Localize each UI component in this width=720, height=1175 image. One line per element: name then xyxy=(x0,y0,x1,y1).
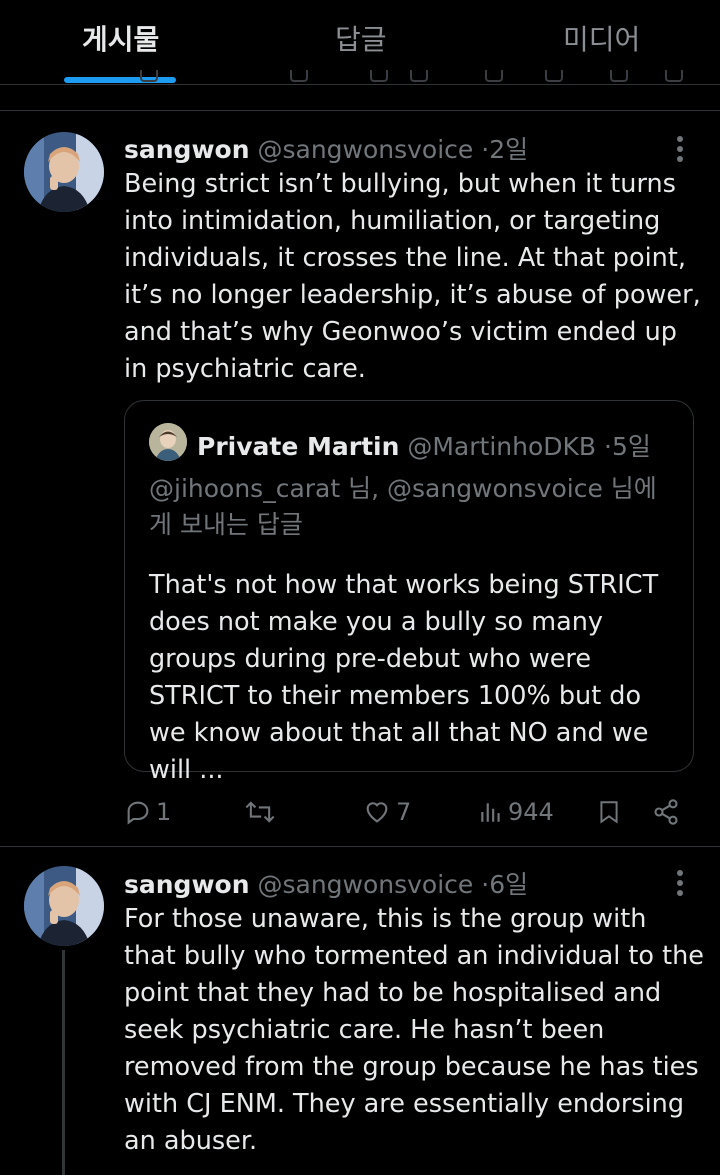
quote-author-handle[interactable]: @MartinhoDKB xyxy=(407,432,596,461)
post-text: Being strict isn’t bullying, but when it… xyxy=(124,169,701,384)
post-divider xyxy=(0,110,720,111)
scrolled-action-row xyxy=(0,70,720,86)
post-divider xyxy=(0,846,720,847)
more-icon[interactable] xyxy=(664,866,696,902)
quote-header: Private Martin @MartinhoDKB ·5일 xyxy=(197,427,651,463)
post-text: For those unaware, this is the group wit… xyxy=(124,904,704,1156)
views-icon xyxy=(481,803,500,822)
quote-avatar[interactable] xyxy=(149,423,187,461)
view-count: 944 xyxy=(508,798,554,826)
tab-posts[interactable]: 게시물 xyxy=(82,18,159,58)
author-name[interactable]: sangwon xyxy=(124,135,250,164)
author-handle[interactable]: @sangwonsvoice xyxy=(257,870,473,899)
separator-dot: · xyxy=(604,432,612,461)
quote-time[interactable]: 5일 xyxy=(612,432,651,461)
views-button[interactable]: 944 xyxy=(478,794,554,830)
quote-text: That's not how that works being STRICT d… xyxy=(149,570,659,785)
repost-button[interactable] xyxy=(244,794,280,830)
more-icon[interactable] xyxy=(664,132,696,168)
tab-media[interactable]: 미디어 xyxy=(563,18,640,58)
reply-icon xyxy=(127,801,149,825)
avatar[interactable] xyxy=(24,866,104,946)
bookmark-button[interactable] xyxy=(596,794,622,830)
like-button[interactable]: 7 xyxy=(362,794,411,830)
post-header: sangwon @sangwonsvoice ·2일 xyxy=(124,130,528,166)
reply-context[interactable]: @jihoons_carat 님, @sangwonsvoice 님에게 보내는… xyxy=(149,471,669,543)
like-count: 7 xyxy=(396,798,412,826)
share-icon xyxy=(654,799,678,825)
post-actions: 1 7 944 xyxy=(0,790,720,834)
reply-count: 1 xyxy=(156,798,172,826)
tab-replies[interactable]: 답글 xyxy=(335,18,387,58)
like-icon xyxy=(366,802,388,823)
bookmark-icon xyxy=(600,801,618,824)
reply-button[interactable]: 1 xyxy=(124,794,171,830)
post-header: sangwon @sangwonsvoice ·6일 xyxy=(124,865,528,901)
repost-icon xyxy=(245,801,275,823)
quote-author-name[interactable]: Private Martin xyxy=(197,432,399,461)
quoted-post[interactable]: Private Martin @MartinhoDKB ·5일 @jihoons… xyxy=(124,400,694,785)
author-name[interactable]: sangwon xyxy=(124,870,250,899)
share-button[interactable] xyxy=(652,794,680,830)
avatar[interactable] xyxy=(24,132,104,212)
thread-line xyxy=(62,950,65,1175)
post-time[interactable]: 2일 xyxy=(489,135,528,164)
author-handle[interactable]: @sangwonsvoice xyxy=(257,135,473,164)
post-time[interactable]: 6일 xyxy=(489,870,528,899)
